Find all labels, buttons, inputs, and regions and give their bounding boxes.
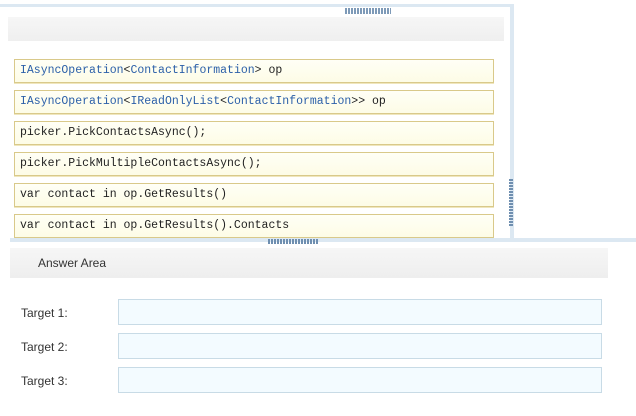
code-text-token: picker.PickMultipleContactsAsync(); [20,157,262,170]
answer-area-title: Answer Area [38,256,107,270]
code-snippet-1[interactable]: IAsyncOperation<ContactInformation> op [14,59,494,83]
code-type-token: IAsyncOperation [20,64,124,77]
code-text-token: >> op [351,95,386,108]
vertical-scrollbar[interactable] [509,179,513,227]
code-snippet-4[interactable]: picker.PickMultipleContactsAsync(); [14,152,494,176]
target-2-label: Target 2: [21,340,68,354]
code-text-token: picker.PickContactsAsync(); [20,126,207,139]
code-text-token: var contact in op.GetResults().Contacts [20,219,290,232]
target-2-drop-zone[interactable] [118,333,602,359]
target-1-label: Target 1: [21,306,68,320]
code-snippet-6[interactable]: var contact in op.GetResults().Contacts [14,214,494,238]
code-text-token: var contact in op.GetResults() [20,188,228,201]
code-type-token: ContactInformation [227,95,352,108]
code-snippet-panel: IAsyncOperation<ContactInformation> op I… [0,4,514,240]
target-3-label: Target 3: [21,374,68,388]
drag-drop-question: IAsyncOperation<ContactInformation> op I… [0,0,636,416]
answer-area-panel: Answer Area Target 1: Target 2: Target 3… [10,238,636,416]
code-snippet-2[interactable]: IAsyncOperation<IReadOnlyList<ContactInf… [14,90,494,114]
answer-resize-grip[interactable] [268,239,318,244]
answer-area-header: Answer Area [10,248,608,278]
code-text-token: > op [254,64,283,77]
code-type-token: IReadOnlyList [130,95,221,108]
target-3-drop-zone[interactable] [118,367,602,393]
code-type-token: IAsyncOperation [20,95,124,108]
code-type-token: ContactInformation [130,64,255,77]
code-snippet-5[interactable]: var contact in op.GetResults() [14,183,494,207]
snippet-panel-header [8,17,504,41]
panel-resize-grip[interactable] [345,8,391,14]
target-1-drop-zone[interactable] [118,299,602,325]
code-snippet-3[interactable]: picker.PickContactsAsync(); [14,121,494,145]
